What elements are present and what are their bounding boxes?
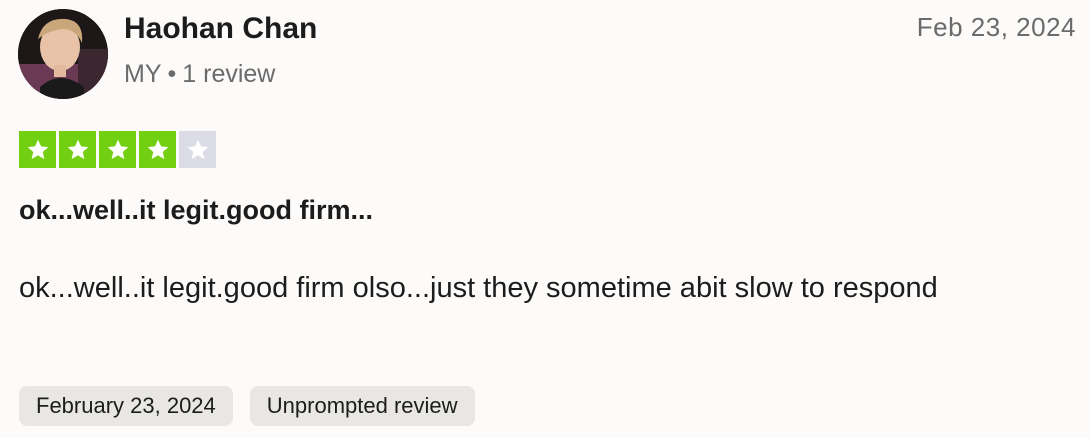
review-tags: February 23, 2024 Unprompted review bbox=[19, 386, 475, 426]
reviewer-review-count: 1 review bbox=[182, 60, 276, 88]
star-icon bbox=[107, 139, 128, 159]
reviewer-meta: MY • 1 review bbox=[124, 60, 275, 89]
star-icon bbox=[187, 139, 208, 159]
star-icon bbox=[147, 139, 168, 159]
star-empty bbox=[179, 131, 216, 168]
star-filled bbox=[99, 131, 136, 168]
star-filled bbox=[59, 131, 96, 168]
reviewer-name[interactable]: Haohan Chan bbox=[124, 12, 317, 46]
reviewer-country: MY bbox=[124, 60, 162, 88]
star-rating bbox=[19, 131, 216, 168]
star-filled bbox=[139, 131, 176, 168]
review-body: ok...well..it legit.good firm olso...jus… bbox=[19, 272, 938, 304]
meta-separator: • bbox=[167, 60, 177, 88]
avatar[interactable] bbox=[18, 9, 108, 99]
star-icon bbox=[27, 139, 48, 159]
avatar-photo bbox=[18, 9, 108, 99]
review-title[interactable]: ok...well..it legit.good firm... bbox=[19, 195, 373, 226]
star-icon bbox=[67, 139, 88, 159]
review-type-tag[interactable]: Unprompted review bbox=[249, 386, 475, 426]
star-filled bbox=[19, 131, 56, 168]
date-of-experience-tag[interactable]: February 23, 2024 bbox=[19, 386, 233, 426]
review-card: Haohan Chan MY • 1 review Feb 23, 2024 o… bbox=[0, 0, 1090, 438]
review-date: Feb 23, 2024 bbox=[916, 12, 1076, 42]
